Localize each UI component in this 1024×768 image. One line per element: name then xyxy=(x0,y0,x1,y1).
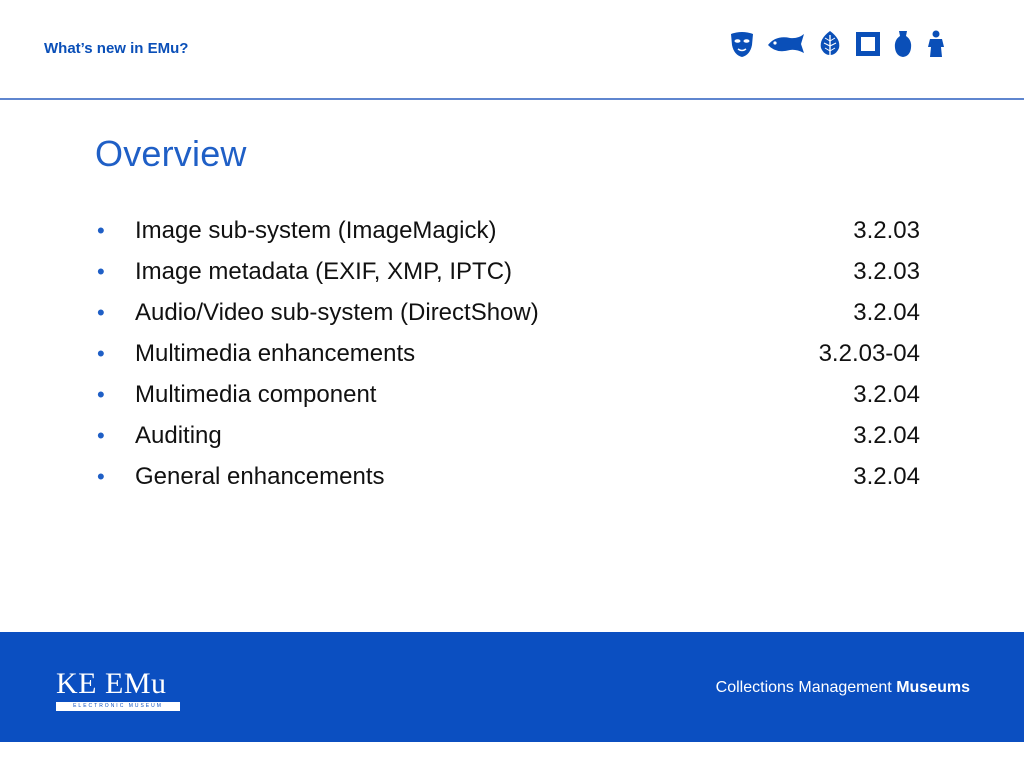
ke-emu-logo: KE EMu ELECTRONIC MUSEUM xyxy=(56,668,182,712)
feature-list: • Image sub-system (ImageMagick) 3.2.03 … xyxy=(95,210,920,497)
feature-version: 3.2.03 xyxy=(853,216,920,244)
footer-tagline: Collections Management Museums xyxy=(716,679,970,697)
list-item: • Multimedia enhancements 3.2.03-04 xyxy=(95,333,920,374)
vase-icon xyxy=(894,31,912,57)
picture-frame-icon xyxy=(856,32,880,56)
feature-version: 3.2.04 xyxy=(853,462,920,490)
list-item: • Multimedia component 3.2.04 xyxy=(95,374,920,415)
bullet-icon: • xyxy=(97,463,105,489)
feature-label: Image metadata (EXIF, XMP, IPTC) xyxy=(135,257,513,285)
feature-label: Multimedia component xyxy=(135,380,377,408)
feature-version: 3.2.04 xyxy=(853,298,920,326)
list-item: • General enhancements 3.2.04 xyxy=(95,456,920,497)
mask-icon xyxy=(731,32,753,57)
tagline-bold: Museums xyxy=(896,679,970,696)
tagline-regular: Collections Management xyxy=(715,679,897,696)
feature-version: 3.2.04 xyxy=(853,380,920,408)
bullet-icon: • xyxy=(97,422,105,448)
header-title: What’s new in EMu? xyxy=(44,40,189,57)
feature-label: Image sub-system (ImageMagick) xyxy=(135,216,497,244)
bullet-icon: • xyxy=(97,340,105,366)
feature-version: 3.2.04 xyxy=(853,421,920,449)
list-item: • Auditing 3.2.04 xyxy=(95,415,920,456)
bullet-icon: • xyxy=(97,217,105,243)
leaf-icon xyxy=(820,31,840,58)
header-divider xyxy=(0,98,1024,100)
footer-band: KE EMu ELECTRONIC MUSEUM Collections Man… xyxy=(0,632,1024,742)
list-item: • Image sub-system (ImageMagick) 3.2.03 xyxy=(95,210,920,251)
feature-label: Auditing xyxy=(135,421,222,449)
statue-icon xyxy=(928,30,944,57)
logo-subtext: ELECTRONIC MUSEUM xyxy=(56,702,180,711)
fish-icon xyxy=(768,34,804,53)
logo-text: KE EMu xyxy=(56,667,167,700)
feature-label: General enhancements xyxy=(135,462,385,490)
bullet-icon: • xyxy=(97,299,105,325)
bullet-icon: • xyxy=(97,381,105,407)
feature-label: Audio/Video sub-system (DirectShow) xyxy=(135,298,539,326)
museum-icon-strip xyxy=(728,28,948,60)
bullet-icon: • xyxy=(97,258,105,284)
slide-title: Overview xyxy=(95,133,247,174)
feature-version: 3.2.03 xyxy=(853,257,920,285)
list-item: • Image metadata (EXIF, XMP, IPTC) 3.2.0… xyxy=(95,251,920,292)
list-item: • Audio/Video sub-system (DirectShow) 3.… xyxy=(95,292,920,333)
feature-label: Multimedia enhancements xyxy=(135,339,416,367)
feature-version: 3.2.03-04 xyxy=(818,339,920,367)
